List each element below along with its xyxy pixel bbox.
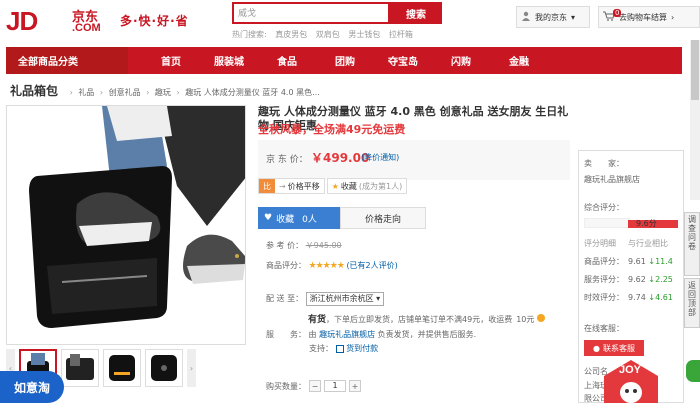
hot-search-link[interactable]: 男士钱包 bbox=[348, 30, 380, 39]
breadcrumb-root[interactable]: 礼品箱包 bbox=[10, 84, 58, 98]
nav-item-finance[interactable]: 金融 bbox=[490, 53, 548, 68]
chevron-right-icon: › bbox=[671, 12, 675, 22]
breadcrumb: 礼品箱包 › 礼品 › 创意礼品 › 趣玩 › 趣玩 人体成分测量仪 蓝牙 4.… bbox=[10, 84, 320, 98]
main-nav: 全部商品分类 首页 服装城 食品 团购 夺宝岛 闪购 金融 bbox=[6, 47, 682, 74]
my-jd-label: 我的京东 bbox=[535, 12, 567, 22]
score-row: 商品评分： 9.61 ↓11.4 bbox=[584, 257, 673, 266]
slogan: 多·快·好·省 bbox=[120, 14, 189, 28]
lightning-icon: → bbox=[279, 181, 286, 191]
nav-item-clothing[interactable]: 服装城 bbox=[200, 53, 258, 68]
thumbnail[interactable] bbox=[103, 349, 141, 387]
product-main-image[interactable] bbox=[6, 105, 246, 345]
star-icon: ★ bbox=[331, 181, 339, 191]
ruyitao-badge[interactable]: 如意淘 bbox=[0, 371, 64, 403]
breadcrumb-item: 趣玩 人体成分测量仪 蓝牙 4.0 黑色... bbox=[185, 88, 320, 97]
all-categories-button[interactable]: 全部商品分类 bbox=[6, 47, 128, 74]
thumbnail[interactable] bbox=[145, 349, 183, 387]
price-tools: 比 → 价格平移 ★ 收藏 (成为第1人) bbox=[258, 177, 409, 195]
shipping-fee: 10元 bbox=[516, 315, 535, 324]
coin-icon bbox=[536, 314, 545, 322]
nav-item-group-buy[interactable]: 团购 bbox=[316, 53, 374, 68]
cart-button[interactable]: 0 去购物车结算 › bbox=[598, 6, 700, 28]
support-row: 支持： 货到付款 bbox=[309, 344, 379, 353]
cod-link[interactable]: 货到付款 bbox=[346, 344, 378, 353]
ref-price: ￥945.00 bbox=[305, 241, 342, 250]
search-button[interactable]: 搜索 bbox=[390, 2, 442, 24]
my-jd-button[interactable]: 我的京东 ▾ bbox=[516, 6, 590, 28]
cod-icon bbox=[335, 344, 344, 353]
rating-stars-icon: ★★★★★ bbox=[308, 261, 345, 271]
compare-header: 与行业相比 bbox=[628, 239, 668, 248]
thumb-next-button[interactable]: › bbox=[187, 349, 196, 387]
breadcrumb-item[interactable]: 趣玩 bbox=[155, 88, 171, 97]
jd-logo[interactable]: JD bbox=[6, 6, 38, 37]
heart-icon: ♥ bbox=[264, 213, 273, 223]
score-row: 时效评分： 9.74 ↓4.61 bbox=[584, 293, 673, 302]
quantity-input[interactable]: 1 bbox=[324, 380, 346, 392]
nav-item-treasure[interactable]: 夺宝岛 bbox=[374, 53, 432, 68]
chat-icon: ● bbox=[593, 343, 600, 353]
follow-row: ♥ 收藏 0人 价格走向 bbox=[258, 207, 426, 229]
favorite-count: (成为第1人) bbox=[358, 181, 403, 191]
price-compare-button[interactable]: 比 → 价格平移 bbox=[258, 178, 325, 194]
nav-item-home[interactable]: 首页 bbox=[142, 53, 200, 68]
price-notify-link[interactable]: (降价通知) bbox=[361, 152, 399, 163]
hot-search-link[interactable]: 双肩包 bbox=[316, 30, 340, 39]
joy-mascot[interactable]: JOY bbox=[600, 358, 662, 403]
hot-searches: 热门搜索: 真皮男包 双肩包 男士钱包 拉杆箱 bbox=[232, 29, 419, 40]
hot-search-link[interactable]: 拉杆箱 bbox=[389, 30, 413, 39]
joy-label: JOY bbox=[619, 364, 642, 376]
score-row: 服务评分： 9.62 ↓2.25 bbox=[584, 275, 673, 284]
shop-name-link[interactable]: 趣玩礼品旗舰店 bbox=[319, 330, 375, 339]
qty-increase-button[interactable]: + bbox=[349, 380, 361, 392]
region-select[interactable]: 浙江杭州市余杭区 ▾ bbox=[305, 292, 385, 306]
rating-count-link[interactable]: (已有2人评价) bbox=[346, 261, 397, 270]
back-to-top-button[interactable]: 返回顶部 bbox=[684, 278, 700, 328]
jd-logo-com: .COM bbox=[72, 22, 101, 34]
follow-button[interactable]: ♥ 收藏 0人 bbox=[258, 207, 340, 229]
breadcrumb-item[interactable]: 创意礼品 bbox=[109, 88, 141, 97]
favorite-button[interactable]: ★ 收藏 (成为第1人) bbox=[326, 178, 408, 194]
seller-name-link[interactable]: 趣玩礼品旗舰店 bbox=[584, 174, 640, 185]
ref-price-row: 参 考 价： ￥945.00 bbox=[266, 241, 342, 250]
search-input[interactable]: 威戈 bbox=[232, 2, 390, 24]
price-trend-button[interactable]: 价格走向 bbox=[340, 207, 426, 229]
cart-label: 去购物车结算 bbox=[619, 12, 667, 22]
nav-item-flash-sale[interactable]: 闪购 bbox=[432, 53, 490, 68]
feedback-bubble-icon[interactable] bbox=[686, 360, 700, 382]
cart-icon: 0 bbox=[603, 9, 622, 23]
nav-item-food[interactable]: 食品 bbox=[258, 53, 316, 68]
side-toolbar: 调查问卷 返回顶部 bbox=[684, 212, 700, 330]
online-service-label: 在线客服： bbox=[584, 324, 624, 333]
cart-count-badge: 0 bbox=[613, 9, 622, 17]
scrollbar-thumb[interactable] bbox=[691, 40, 699, 100]
delivery-row: 配 送 至： 浙江杭州市余杭区 ▾ bbox=[266, 292, 385, 306]
thumbnail[interactable] bbox=[61, 349, 99, 387]
product-promo: 全秋风暴，全场满49元免运费 bbox=[258, 123, 406, 136]
user-icon bbox=[521, 11, 531, 23]
seller-label: 卖 家： bbox=[584, 159, 624, 168]
stock-status: 有货 bbox=[308, 315, 327, 325]
stock-row: 有货，下单后立即发货，店铺单笔订单不满49元，收运费 10元 bbox=[308, 312, 545, 325]
overall-score: 9.6分 bbox=[636, 219, 657, 228]
hot-search-link[interactable]: 真皮男包 bbox=[275, 30, 307, 39]
chevron-down-icon: ▾ bbox=[571, 12, 576, 22]
qty-decrease-button[interactable]: − bbox=[309, 380, 321, 392]
hot-search-label: 热门搜索: bbox=[232, 30, 267, 39]
survey-button[interactable]: 调查问卷 bbox=[684, 212, 700, 276]
compare-icon: 比 bbox=[259, 179, 275, 193]
price-label: 京 东 价： bbox=[266, 155, 308, 165]
overall-score-track bbox=[584, 218, 630, 228]
quantity-row: 购买数量： − 1 + bbox=[266, 380, 361, 392]
breadcrumb-item[interactable]: 礼品 bbox=[78, 88, 94, 97]
score-header: 评分明细 bbox=[584, 239, 616, 248]
contact-service-button[interactable]: ● 联系客服 bbox=[584, 340, 644, 356]
rating-row: 商品评分： ★★★★★ (已有2人评价) bbox=[266, 261, 398, 271]
service-row: 服 务： 由 趣玩礼品旗舰店 负责发货，并提供售后服务. bbox=[266, 330, 477, 339]
overall-score-label: 综合评分： bbox=[584, 203, 624, 212]
